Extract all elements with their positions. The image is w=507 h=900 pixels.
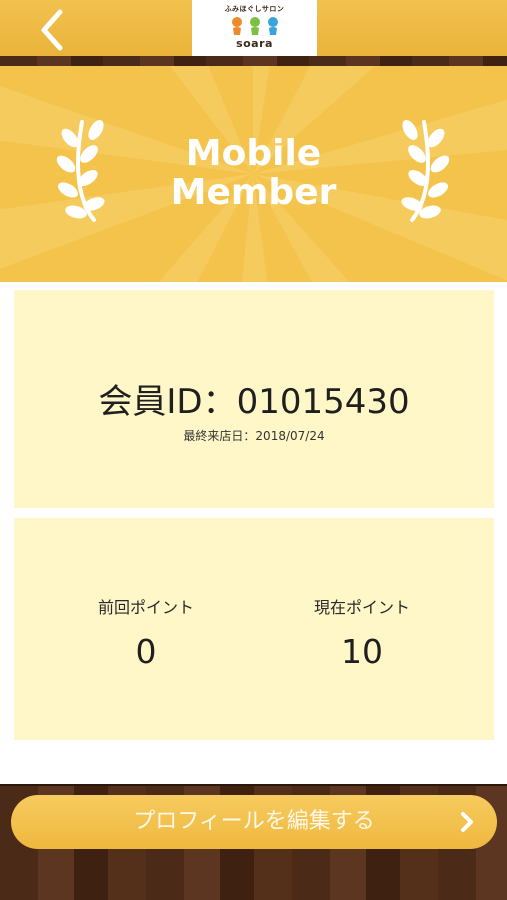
current-points-value: 10 bbox=[341, 632, 383, 671]
member-banner: Mobile Member bbox=[0, 66, 507, 282]
last-visit-label: 最終来店日： bbox=[183, 429, 256, 443]
header-wood-strip bbox=[0, 56, 507, 66]
last-visit: 最終来店日：2018/07/24 bbox=[14, 427, 494, 444]
chevron-left-icon bbox=[41, 9, 63, 51]
previous-points-label: 前回ポイント bbox=[97, 598, 194, 617]
banner-title-line2: Member bbox=[170, 172, 337, 213]
logo-wordmark: soara bbox=[236, 37, 273, 50]
back-button[interactable] bbox=[34, 4, 74, 52]
member-id-label: 会員ID： bbox=[98, 382, 237, 422]
logo-tagline: ふみほぐしサロン bbox=[224, 5, 285, 13]
member-id-value: 01015430 bbox=[236, 382, 410, 422]
previous-points-value: 0 bbox=[135, 632, 157, 671]
current-points: 現在ポイント 10 bbox=[277, 594, 447, 671]
points-card: 前回ポイント 0 現在ポイント 10 bbox=[14, 518, 494, 740]
banner-title-line1: Mobile bbox=[185, 133, 322, 174]
logo-figures-icon bbox=[231, 17, 278, 35]
member-id-card: 会員ID：01015430 最終来店日：2018/07/24 bbox=[14, 290, 494, 508]
member-id: 会員ID：01015430 bbox=[14, 374, 494, 423]
last-visit-value: 2018/07/24 bbox=[255, 429, 325, 443]
current-points-label: 現在ポイント bbox=[313, 598, 410, 617]
edit-profile-label: プロフィールを編集する bbox=[133, 809, 375, 834]
app-header: ふみほぐしサロン soara bbox=[0, 0, 507, 56]
salon-logo: ふみほぐしサロン soara bbox=[192, 0, 317, 56]
edit-profile-button[interactable]: プロフィールを編集する bbox=[11, 795, 497, 849]
previous-points: 前回ポイント 0 bbox=[61, 594, 231, 671]
chevron-right-icon bbox=[461, 812, 473, 832]
